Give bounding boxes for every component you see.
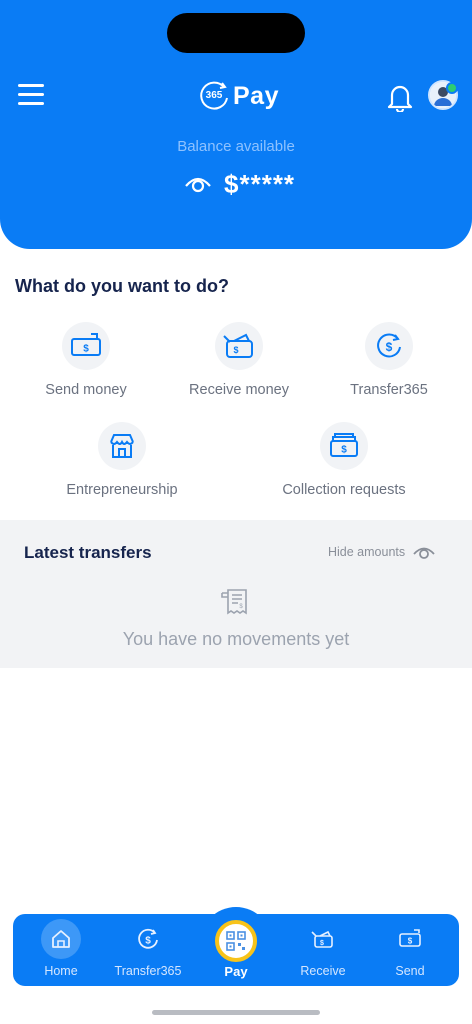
verified-check-icon — [446, 82, 458, 94]
receive-money-icon: $ — [303, 919, 343, 959]
tab-home[interactable]: Home — [18, 919, 104, 978]
eye-icon — [413, 547, 435, 559]
transfer-icon: $ — [365, 322, 413, 370]
send-money-icon: $ — [62, 322, 110, 370]
hide-amounts-label: Hide amounts — [328, 545, 406, 559]
home-indicator — [152, 1010, 320, 1015]
home-icon — [41, 919, 81, 959]
svg-text:$: $ — [408, 937, 413, 946]
transfer365-label: Transfer365 — [350, 382, 428, 398]
svg-text:$: $ — [386, 340, 393, 354]
receive-money-button[interactable]: $ Receive money — [176, 322, 302, 398]
entrepreneurship-label: Entrepreneurship — [66, 482, 178, 498]
send-money-button[interactable]: $ Send money — [30, 322, 142, 398]
transfer365-button[interactable]: $ Transfer365 — [338, 322, 440, 398]
svg-text:$: $ — [239, 604, 243, 610]
device-notch — [167, 13, 305, 53]
eye-icon[interactable] — [184, 174, 212, 194]
tab-pay-label[interactable]: Pay — [186, 964, 286, 979]
logo-badge: 365 — [196, 78, 232, 114]
balance-label: Balance available — [177, 138, 295, 155]
tab-home-label: Home — [44, 964, 78, 978]
qr-code-icon — [226, 931, 246, 951]
svg-text:$: $ — [320, 940, 324, 947]
receive-money-icon: $ — [215, 322, 263, 370]
collection-requests-button[interactable]: $ Collection requests — [266, 422, 422, 498]
latest-transfers-section: Latest transfers Hide amounts $ You have… — [0, 520, 472, 668]
logo-word: Pay — [233, 81, 279, 110]
svg-text:$: $ — [145, 936, 151, 947]
tab-transfer365-label: Transfer365 — [114, 964, 182, 978]
actions-title: What do you want to do? — [15, 276, 229, 296]
collection-requests-label: Collection requests — [282, 482, 406, 498]
receive-money-label: Receive money — [189, 382, 289, 398]
tab-receive[interactable]: $ Receive — [280, 919, 366, 978]
receipt-icon: $ — [220, 587, 252, 617]
tab-transfer365[interactable]: $ Transfer365 — [105, 919, 191, 978]
notification-bell-icon[interactable] — [386, 82, 414, 114]
tab-send[interactable]: $ Send — [367, 919, 453, 978]
send-money-label: Send money — [45, 382, 127, 398]
tab-send-label: Send — [395, 964, 425, 978]
empty-movements-text: You have no movements yet — [122, 629, 350, 649]
tab-receive-label: Receive — [300, 964, 346, 978]
send-money-icon: $ — [390, 919, 430, 959]
logo-number: 365 — [205, 90, 223, 101]
entrepreneurship-button[interactable]: Entrepreneurship — [52, 422, 192, 498]
balance-row: $***** — [184, 168, 295, 200]
pay-qr-button[interactable] — [215, 920, 257, 962]
app-logo: 365 Pay — [196, 78, 279, 114]
collection-icon: $ — [320, 422, 368, 470]
svg-text:$: $ — [83, 344, 89, 355]
latest-transfers-title: Latest transfers — [24, 543, 152, 562]
svg-text:$: $ — [233, 345, 238, 355]
balance-value: $***** — [224, 168, 296, 199]
hide-amounts-button[interactable]: Hide amounts — [328, 544, 435, 560]
menu-icon[interactable] — [18, 84, 44, 108]
transfer-icon: $ — [128, 919, 168, 959]
store-icon — [98, 422, 146, 470]
svg-text:$: $ — [341, 445, 347, 456]
